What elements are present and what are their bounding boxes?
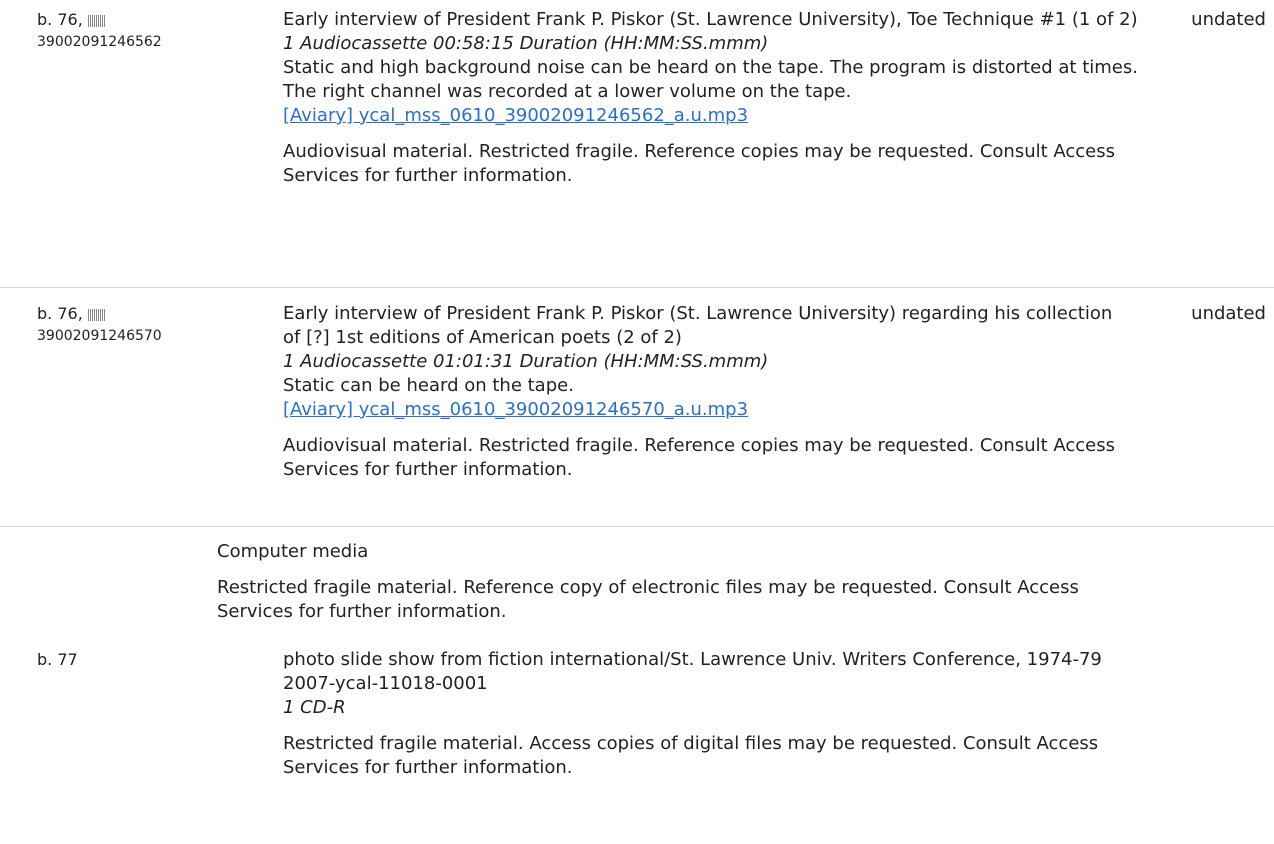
divider: [0, 287, 1274, 288]
barcode-icon: [87, 15, 106, 27]
series-heading: Computer media: [217, 541, 369, 562]
media-link[interactable]: [Aviary] ycal_mss_0610_39002091246570_a.…: [283, 398, 1133, 422]
box-number: b. 76,: [37, 10, 83, 29]
box-number: b. 77: [37, 650, 78, 669]
barcode-icon: [87, 309, 106, 321]
container-location: b. 77: [37, 650, 78, 670]
divider: [0, 526, 1274, 527]
item-note: Static and high background noise can be …: [283, 57, 1138, 102]
container-location: b. 76, 39002091246562: [37, 10, 162, 51]
item-title: photo slide show from fiction internatio…: [283, 649, 1102, 670]
item-extent: 1 CD-R: [283, 697, 346, 718]
series-section: Computer media Restricted fragile materi…: [217, 540, 1137, 624]
item-description: Early interview of President Frank P. Pi…: [283, 8, 1153, 188]
access-note: Restricted fragile material. Access copi…: [283, 733, 1099, 778]
item-description: photo slide show from fiction internatio…: [283, 648, 1143, 780]
access-note: Audiovisual material. Restricted fragile…: [283, 435, 1115, 480]
item-note: Static can be heard on the tape.: [283, 375, 574, 396]
item-title: Early interview of President Frank P. Pi…: [283, 303, 1113, 348]
item-description: Early interview of President Frank P. Pi…: [283, 302, 1133, 482]
item-extent: 1 Audiocassette 00:58:15 Duration (HH:MM…: [283, 33, 769, 54]
barcode-number: 39002091246570: [37, 328, 162, 344]
media-link[interactable]: [Aviary] ycal_mss_0610_39002091246562_a.…: [283, 104, 1153, 128]
item-date: undated: [1191, 303, 1266, 324]
item-title: Early interview of President Frank P. Pi…: [283, 9, 1138, 30]
box-number: b. 76,: [37, 304, 83, 323]
item-extent: 1 Audiocassette 01:01:31 Duration (HH:MM…: [283, 351, 769, 372]
series-access-note: Restricted fragile material. Reference c…: [217, 577, 1079, 622]
item-date: undated: [1191, 9, 1266, 30]
barcode-number: 39002091246562: [37, 34, 162, 50]
container-location: b. 76, 39002091246570: [37, 304, 162, 345]
item-identifier: 2007-ycal-11018-0001: [283, 673, 488, 694]
access-note: Audiovisual material. Restricted fragile…: [283, 141, 1115, 186]
